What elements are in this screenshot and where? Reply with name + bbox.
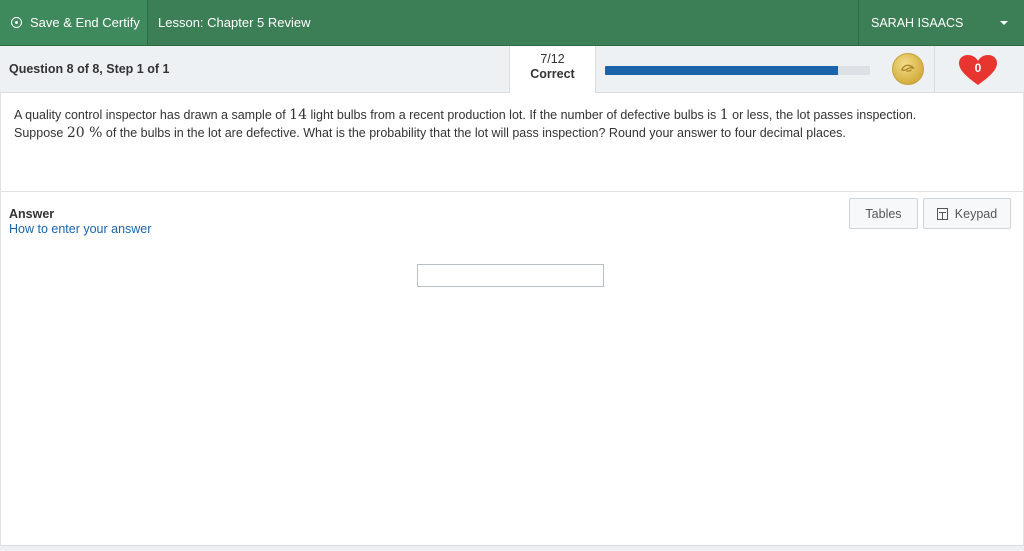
- user-name: SARAH ISAACS: [871, 15, 964, 30]
- question-line-2: Suppose 20 % of the bulbs in the lot are…: [14, 124, 1004, 142]
- save-end-certify-label: Save & End Certify: [30, 15, 140, 30]
- question-status-bar: Question 8 of 8, Step 1 of 1 7/12 Correc…: [0, 46, 1024, 93]
- calculator-icon: [936, 207, 948, 220]
- progress-bar: [605, 66, 870, 75]
- progress-fill: [605, 66, 839, 75]
- answer-input[interactable]: [417, 264, 604, 287]
- question-text-part: or less, the lot passes inspection.: [728, 108, 917, 122]
- coin-area: [879, 46, 935, 93]
- coin-icon: [892, 53, 924, 85]
- question-title: Question 8 of 8, Step 1 of 1: [9, 62, 170, 76]
- save-end-certify-button[interactable]: Save & End Certify: [0, 0, 148, 45]
- how-to-enter-answer-link[interactable]: How to enter your answer: [9, 222, 151, 236]
- defect-threshold: 1: [719, 107, 729, 123]
- score-box: 7/12 Correct: [509, 46, 596, 93]
- content-border-bottom: [0, 545, 1024, 551]
- keypad-label: Keypad: [954, 206, 998, 221]
- section-divider: [0, 191, 1024, 192]
- circle-dot-icon: [11, 17, 22, 28]
- question-text-part: light bulbs from a recent production lot…: [306, 108, 720, 122]
- hearts-count: 0: [974, 61, 982, 75]
- keypad-button[interactable]: Keypad: [923, 198, 1011, 229]
- content-border-left: [0, 93, 1, 545]
- tables-button[interactable]: Tables: [849, 198, 918, 229]
- tables-label: Tables: [865, 206, 902, 221]
- question-text: A quality control inspector has drawn a …: [14, 106, 1004, 142]
- question-line-1: A quality control inspector has drawn a …: [14, 106, 1004, 124]
- question-text-part: A quality control inspector has drawn a …: [14, 108, 290, 122]
- question-text-part: Suppose: [14, 126, 67, 140]
- score-label: Correct: [530, 67, 575, 81]
- lesson-title: Lesson: Chapter 5 Review: [158, 15, 311, 30]
- defect-percent: 20 %: [66, 125, 103, 141]
- score-fraction: 7/12: [540, 52, 565, 66]
- user-menu[interactable]: SARAH ISAACS: [858, 0, 1024, 45]
- top-bar: Save & End Certify Lesson: Chapter 5 Rev…: [0, 0, 1024, 46]
- sample-size: 14: [289, 107, 307, 123]
- answer-heading: Answer: [9, 207, 55, 221]
- question-text-part: of the bulbs in the lot are defective. W…: [102, 126, 846, 140]
- caret-down-icon: [1000, 21, 1008, 25]
